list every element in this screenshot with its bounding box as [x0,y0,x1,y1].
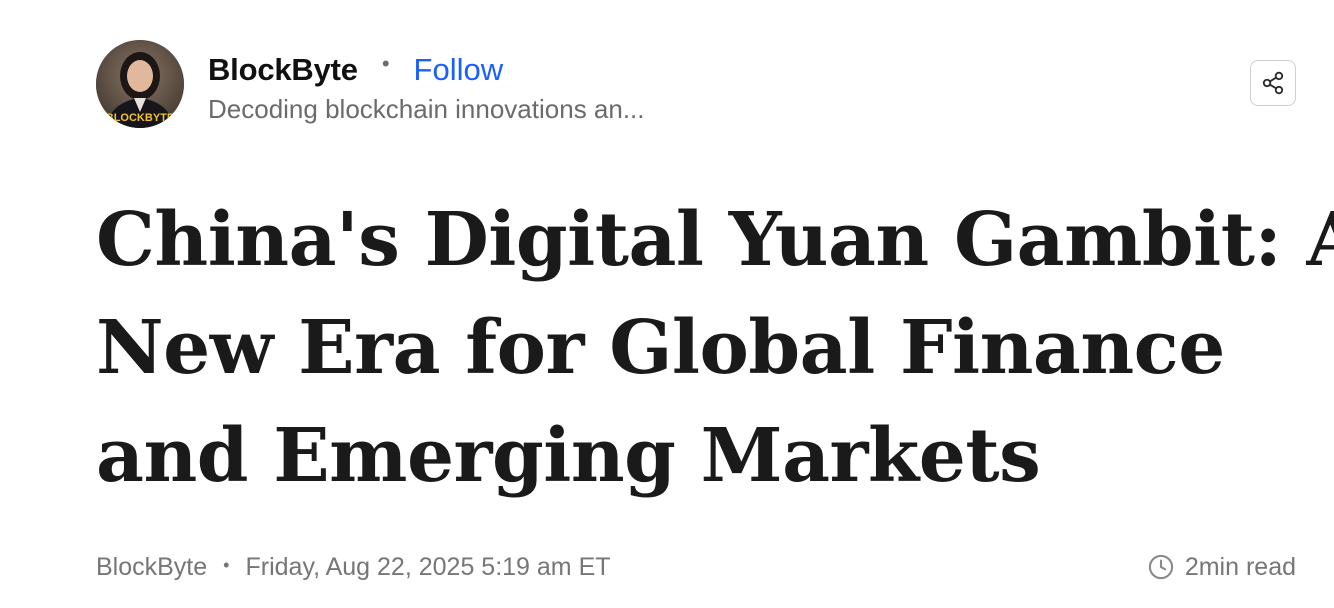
avatar[interactable]: BLOCKBYTE [96,40,184,128]
byline-datetime: Friday, Aug 22, 2025 5:19 am ET [245,552,611,581]
avatar-image: BLOCKBYTE [96,40,184,128]
author-name[interactable]: BlockByte [208,52,358,88]
avatar-badge-text: BLOCKBYTE [106,112,174,124]
headline-line: New Era for Global Finance [96,305,1225,391]
name-separator-dot: • [381,51,390,76]
follow-button[interactable]: Follow [414,52,504,88]
article-page: BLOCKBYTE BlockByte • Follow Decoding bl… [0,0,1334,608]
byline-separator: • [223,554,230,575]
byline-source[interactable]: BlockByte [96,553,207,582]
author-tagline: Decoding blockchain innovations an... [208,94,645,124]
byline: BlockByte • Friday, Aug 22, 2025 5:19 am… [96,550,1296,584]
author-name-line: BlockByte • Follow [208,50,645,90]
clock-icon [1148,554,1173,580]
author-meta: BlockByte • Follow Decoding blockchain i… [208,50,645,125]
article-headline: China's Digital Yuan Gambit: A New Era f… [96,186,1334,510]
read-time: 2min read [1147,553,1296,582]
author-header: BLOCKBYTE BlockByte • Follow Decoding bl… [96,40,1296,130]
headline-line: and Emerging Markets [96,413,1041,499]
share-button[interactable] [1250,60,1296,106]
share-icon [1262,71,1284,95]
headline-line: China's Digital Yuan Gambit: A [96,197,1334,283]
read-time-label: 2min read [1184,552,1296,581]
